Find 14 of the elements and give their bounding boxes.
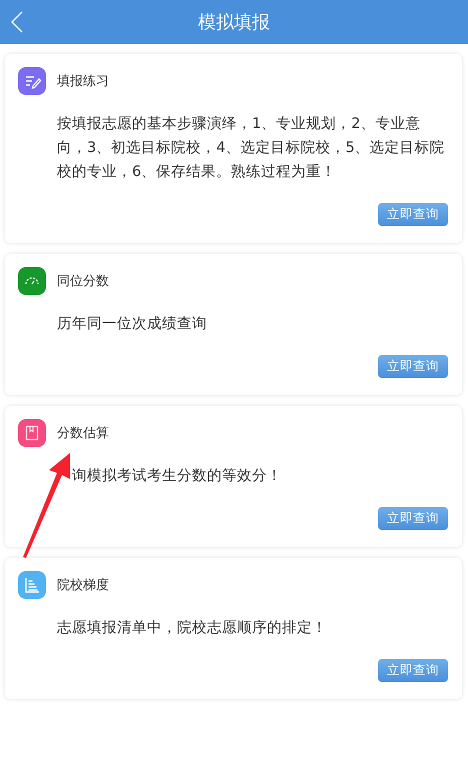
card-description: 志愿填报清单中，院校志愿顺序的排定！ <box>57 618 328 638</box>
card-description: 询模拟考试考生分数的等效分！ <box>72 467 283 486</box>
card-title: 分数估算 <box>57 425 109 442</box>
card-title: 院校梯度 <box>57 577 109 594</box>
card-title: 同位分数 <box>57 273 109 290</box>
query-button[interactable]: 立即查询 <box>378 355 448 378</box>
page-title: 模拟填报 <box>198 11 270 34</box>
card-description: 历年同一位次成绩查询 <box>57 315 208 334</box>
query-button[interactable]: 立即查询 <box>378 203 448 226</box>
back-icon[interactable] <box>11 11 23 33</box>
card-description: 按填报志愿的基本步骤演绎，1、专业规划，2、专业意向，3、初选目标院校，4、选定目标院校，5、选定目标院校的专业，6、保存结果。熟练过程为重！ <box>57 114 446 182</box>
card-title: 填报练习 <box>57 73 109 90</box>
query-button[interactable]: 立即查询 <box>378 659 448 682</box>
query-button[interactable]: 立即查询 <box>378 507 448 530</box>
